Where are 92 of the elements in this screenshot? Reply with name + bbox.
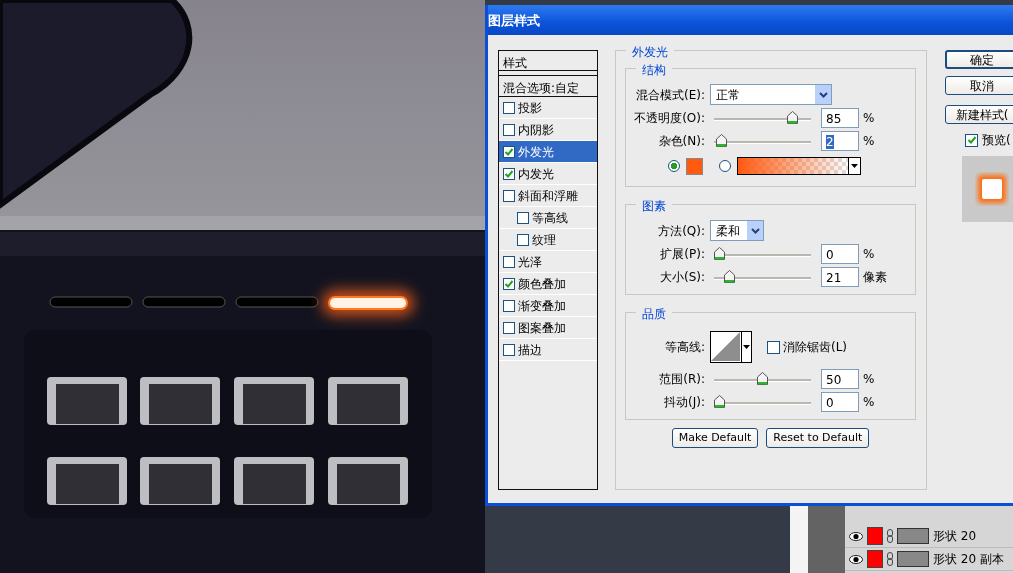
field-label: 杂色(N): bbox=[657, 132, 706, 150]
chevron-icon bbox=[750, 227, 760, 234]
list-item[interactable]: 混合选项:自定 bbox=[499, 75, 597, 97]
layer-thumbnail bbox=[867, 527, 883, 545]
unit-label: % bbox=[862, 245, 875, 263]
unit-label: 像素 bbox=[862, 268, 887, 286]
dropdown[interactable]: 正常 bbox=[710, 84, 832, 105]
checkbox[interactable] bbox=[503, 145, 515, 158]
mask-thumbnail bbox=[897, 528, 929, 544]
slider-thumb[interactable] bbox=[724, 270, 736, 283]
color-swatch[interactable] bbox=[686, 157, 703, 175]
slider-thumb[interactable] bbox=[715, 134, 727, 147]
number-field[interactable]: 50 bbox=[821, 368, 859, 389]
layer-row[interactable]: 形状 20 bbox=[845, 525, 1013, 548]
style-item[interactable]: 光泽 bbox=[499, 251, 597, 273]
style-item[interactable]: 斜面和浮雕 bbox=[499, 185, 597, 207]
group-title: 图素 bbox=[636, 197, 672, 215]
section-title: 外发光 bbox=[626, 43, 674, 61]
number-field[interactable]: 2 bbox=[821, 130, 859, 151]
chain-icon bbox=[887, 552, 893, 566]
preview-thumbnail bbox=[962, 156, 1013, 222]
panel-background bbox=[790, 506, 845, 573]
checkbox[interactable] bbox=[503, 189, 515, 202]
layer-row[interactable]: 形状 20 副本 bbox=[845, 548, 1013, 571]
group-title: 结构 bbox=[636, 61, 672, 79]
gradient-picker[interactable] bbox=[737, 157, 861, 175]
group-title: 品质 bbox=[636, 305, 672, 323]
checkbox[interactable] bbox=[503, 277, 515, 290]
checkbox-label: 预览( bbox=[982, 132, 1011, 149]
checkbox[interactable] bbox=[517, 211, 529, 224]
field-label: 大小(S): bbox=[658, 268, 706, 286]
style-item[interactable]: 投影 bbox=[499, 97, 597, 119]
checkbox[interactable] bbox=[503, 123, 515, 136]
checkbox[interactable] bbox=[503, 101, 515, 114]
style-item[interactable]: 描边 bbox=[499, 339, 597, 361]
checkbox[interactable] bbox=[503, 167, 515, 180]
style-item[interactable]: 颜色叠加 bbox=[499, 273, 597, 295]
checkbox[interactable] bbox=[503, 299, 515, 312]
style-item[interactable]: 渐变叠加 bbox=[499, 295, 597, 317]
number-field[interactable]: 85 bbox=[821, 107, 859, 128]
field-label: 不透明度(O): bbox=[634, 109, 706, 127]
eye-icon[interactable] bbox=[849, 531, 863, 541]
list-header: 样式 bbox=[499, 51, 597, 71]
field-label: 等高线: bbox=[663, 339, 706, 356]
contour-picker[interactable] bbox=[710, 331, 752, 363]
style-item[interactable]: 图案叠加 bbox=[499, 317, 597, 339]
slider-thumb[interactable] bbox=[714, 395, 725, 408]
layer-name: 形状 20 副本 bbox=[933, 551, 1004, 568]
style-item[interactable]: 外发光 bbox=[499, 141, 597, 163]
layer-name: 形状 20 bbox=[933, 528, 977, 545]
style-item[interactable]: 纹理 bbox=[499, 229, 597, 251]
number-field[interactable]: 0 bbox=[821, 391, 859, 412]
chevron-icon bbox=[818, 91, 828, 98]
number-field[interactable]: 0 bbox=[821, 243, 859, 264]
style-item[interactable]: 内发光 bbox=[499, 163, 597, 185]
dialog-button[interactable]: 新建样式( bbox=[945, 105, 1013, 124]
field-label: 混合模式(E): bbox=[635, 86, 706, 104]
unit-label: % bbox=[862, 109, 875, 127]
field-label: 扩展(P): bbox=[659, 245, 706, 263]
checkbox-label: 消除锯齿(L) bbox=[783, 339, 848, 356]
slider-thumb[interactable] bbox=[714, 247, 725, 260]
default-button[interactable]: Reset to Default bbox=[766, 428, 870, 448]
radio-button[interactable] bbox=[668, 160, 680, 172]
checkbox[interactable] bbox=[503, 343, 515, 356]
mask-thumbnail bbox=[897, 551, 929, 567]
dialog-title: 图层样式 bbox=[488, 5, 1013, 35]
checkbox[interactable] bbox=[767, 340, 780, 354]
slider-thumb[interactable] bbox=[757, 372, 768, 385]
dialog-button[interactable]: 确定 bbox=[945, 50, 1013, 69]
unit-label: % bbox=[862, 132, 875, 150]
default-button[interactable]: Make Default bbox=[671, 428, 759, 448]
chain-icon bbox=[887, 529, 893, 543]
contour-curve-icon bbox=[711, 332, 741, 361]
field-label: 方法(Q): bbox=[657, 222, 706, 240]
layer-thumbnail bbox=[867, 550, 883, 568]
number-field[interactable]: 21 bbox=[821, 266, 859, 287]
unit-label: % bbox=[862, 393, 875, 411]
field-label: 范围(R): bbox=[658, 370, 706, 388]
eye-icon[interactable] bbox=[849, 554, 863, 564]
radio-button[interactable] bbox=[719, 160, 731, 172]
style-item[interactable]: 等高线 bbox=[499, 207, 597, 229]
caret-icon bbox=[743, 345, 750, 349]
checkbox[interactable] bbox=[503, 321, 515, 334]
caret-icon bbox=[851, 164, 858, 168]
dialog-button[interactable]: 取消 bbox=[945, 76, 1013, 95]
slider-thumb[interactable] bbox=[787, 111, 799, 124]
field-label: 抖动(J): bbox=[663, 393, 706, 411]
checkbox[interactable] bbox=[517, 233, 529, 246]
dropdown[interactable]: 柔和 bbox=[710, 220, 764, 241]
unit-label: % bbox=[862, 370, 875, 388]
checkbox[interactable] bbox=[503, 255, 515, 268]
checkbox[interactable] bbox=[965, 133, 978, 147]
